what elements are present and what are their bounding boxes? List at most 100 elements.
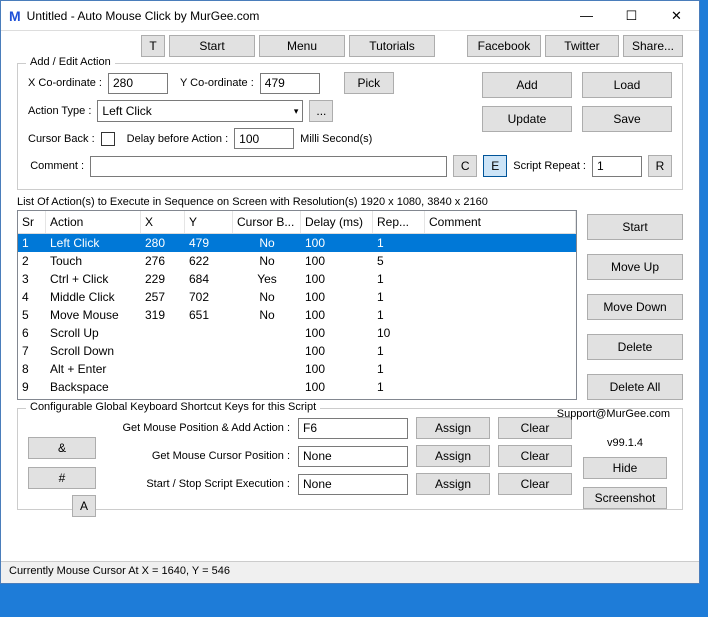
cell-rep: 1 (373, 378, 425, 396)
twitter-button[interactable]: Twitter (545, 35, 619, 57)
add-button[interactable]: Add (482, 72, 572, 98)
cell-delay: 100 (301, 342, 373, 360)
hash-button[interactable]: # (28, 467, 96, 489)
cell-action: Backspace (46, 378, 141, 396)
cell-comment (425, 306, 576, 324)
cell-rep: 5 (373, 252, 425, 270)
th-x[interactable]: X (141, 211, 185, 233)
start-stop-label: Start / Stop Script Execution : (66, 478, 290, 490)
cell-sr: 3 (18, 270, 46, 288)
delete-all-button[interactable]: Delete All (587, 374, 683, 400)
move-up-button[interactable]: Move Up (587, 254, 683, 280)
table-row[interactable]: 2Touch276622No1005 (18, 252, 576, 270)
table-row[interactable]: 6Scroll Up10010 (18, 324, 576, 342)
cell-cursor (233, 360, 301, 378)
app-icon: M (9, 8, 21, 24)
cell-cursor: No (233, 288, 301, 306)
close-button[interactable]: ✕ (654, 1, 699, 30)
save-button[interactable]: Save (582, 106, 672, 132)
cell-comment (425, 324, 576, 342)
r-button[interactable]: R (648, 155, 672, 177)
hide-button[interactable]: Hide (583, 457, 667, 479)
delete-button[interactable]: Delete (587, 334, 683, 360)
cell-delay: 100 (301, 252, 373, 270)
table-row[interactable]: 5Move Mouse319651No1001 (18, 306, 576, 324)
start-stop-input[interactable] (298, 474, 408, 495)
share-button[interactable]: Share... (623, 35, 683, 57)
update-button[interactable]: Update (482, 106, 572, 132)
tutorials-button[interactable]: Tutorials (349, 35, 435, 57)
th-delay[interactable]: Delay (ms) (301, 211, 373, 233)
start-script-button[interactable]: Start (587, 214, 683, 240)
table-row[interactable]: 1Left Click280479No1001 (18, 234, 576, 252)
cursor-back-label: Cursor Back : (28, 133, 95, 145)
cursor-pos-input[interactable] (298, 446, 408, 467)
menu-button[interactable]: Menu (259, 35, 345, 57)
cell-delay: 100 (301, 324, 373, 342)
cell-y (185, 378, 233, 396)
table-row[interactable]: 8Alt + Enter1001 (18, 360, 576, 378)
th-sr[interactable]: Sr (18, 211, 46, 233)
e-button[interactable]: E (483, 155, 507, 177)
status-bar: Currently Mouse Cursor At X = 1640, Y = … (1, 561, 699, 583)
th-cursor[interactable]: Cursor B... (233, 211, 301, 233)
th-action[interactable]: Action (46, 211, 141, 233)
cell-x: 280 (141, 234, 185, 252)
cell-x (141, 324, 185, 342)
window-title: Untitled - Auto Mouse Click by MurGee.co… (27, 9, 564, 23)
cell-x (141, 342, 185, 360)
start-top-button[interactable]: Start (169, 35, 255, 57)
cursor-back-checkbox[interactable] (101, 132, 115, 146)
table-row[interactable]: 3Ctrl + Click229684Yes1001 (18, 270, 576, 288)
pick-button[interactable]: Pick (344, 72, 394, 94)
table-row[interactable]: 7Scroll Down1001 (18, 342, 576, 360)
table-row[interactable]: 9Backspace1001 (18, 378, 576, 396)
th-comment[interactable]: Comment (425, 211, 576, 233)
y-input[interactable] (260, 73, 320, 94)
assign-2-button[interactable]: Assign (416, 445, 490, 467)
cell-delay: 100 (301, 270, 373, 288)
action-table[interactable]: Sr Action X Y Cursor B... Delay (ms) Rep… (17, 210, 577, 400)
assign-3-button[interactable]: Assign (416, 473, 490, 495)
table-header: Sr Action X Y Cursor B... Delay (ms) Rep… (18, 211, 576, 234)
repeat-label: Script Repeat : (513, 160, 586, 172)
cell-comment (425, 252, 576, 270)
repeat-input[interactable] (592, 156, 642, 177)
clear-1-button[interactable]: Clear (498, 417, 572, 439)
load-button[interactable]: Load (582, 72, 672, 98)
delay-label: Delay before Action : (127, 133, 229, 145)
action-type-label: Action Type : (28, 105, 91, 117)
th-y[interactable]: Y (185, 211, 233, 233)
cell-sr: 4 (18, 288, 46, 306)
clear-3-button[interactable]: Clear (498, 473, 572, 495)
cell-comment (425, 360, 576, 378)
shortcuts-group: Configurable Global Keyboard Shortcut Ke… (17, 408, 683, 510)
pos-add-input[interactable] (298, 418, 408, 439)
move-down-button[interactable]: Move Down (587, 294, 683, 320)
a-button[interactable]: A (72, 495, 96, 517)
facebook-button[interactable]: Facebook (467, 35, 541, 57)
cell-sr: 6 (18, 324, 46, 342)
ellipsis-button[interactable]: ... (309, 100, 333, 122)
x-input[interactable] (108, 73, 168, 94)
action-type-select[interactable]: Left Click ▾ (97, 100, 303, 122)
minimize-button[interactable]: ― (564, 1, 609, 30)
cell-y (185, 324, 233, 342)
comment-input[interactable] (90, 156, 447, 177)
assign-1-button[interactable]: Assign (416, 417, 490, 439)
table-row[interactable]: 4Middle Click257702No1001 (18, 288, 576, 306)
clear-2-button[interactable]: Clear (498, 445, 572, 467)
maximize-button[interactable]: ☐ (609, 1, 654, 30)
screenshot-button[interactable]: Screenshot (583, 487, 667, 509)
ampersand-button[interactable]: & (28, 437, 96, 459)
th-rep[interactable]: Rep... (373, 211, 425, 233)
cell-comment (425, 342, 576, 360)
c-button[interactable]: C (453, 155, 477, 177)
cell-comment (425, 378, 576, 396)
delay-input[interactable] (234, 128, 294, 149)
support-link[interactable]: Support@MurGee.com (557, 408, 670, 420)
cell-action: Left Click (46, 234, 141, 252)
cell-y: 702 (185, 288, 233, 306)
cell-rep: 1 (373, 342, 425, 360)
t-button[interactable]: T (141, 35, 165, 57)
